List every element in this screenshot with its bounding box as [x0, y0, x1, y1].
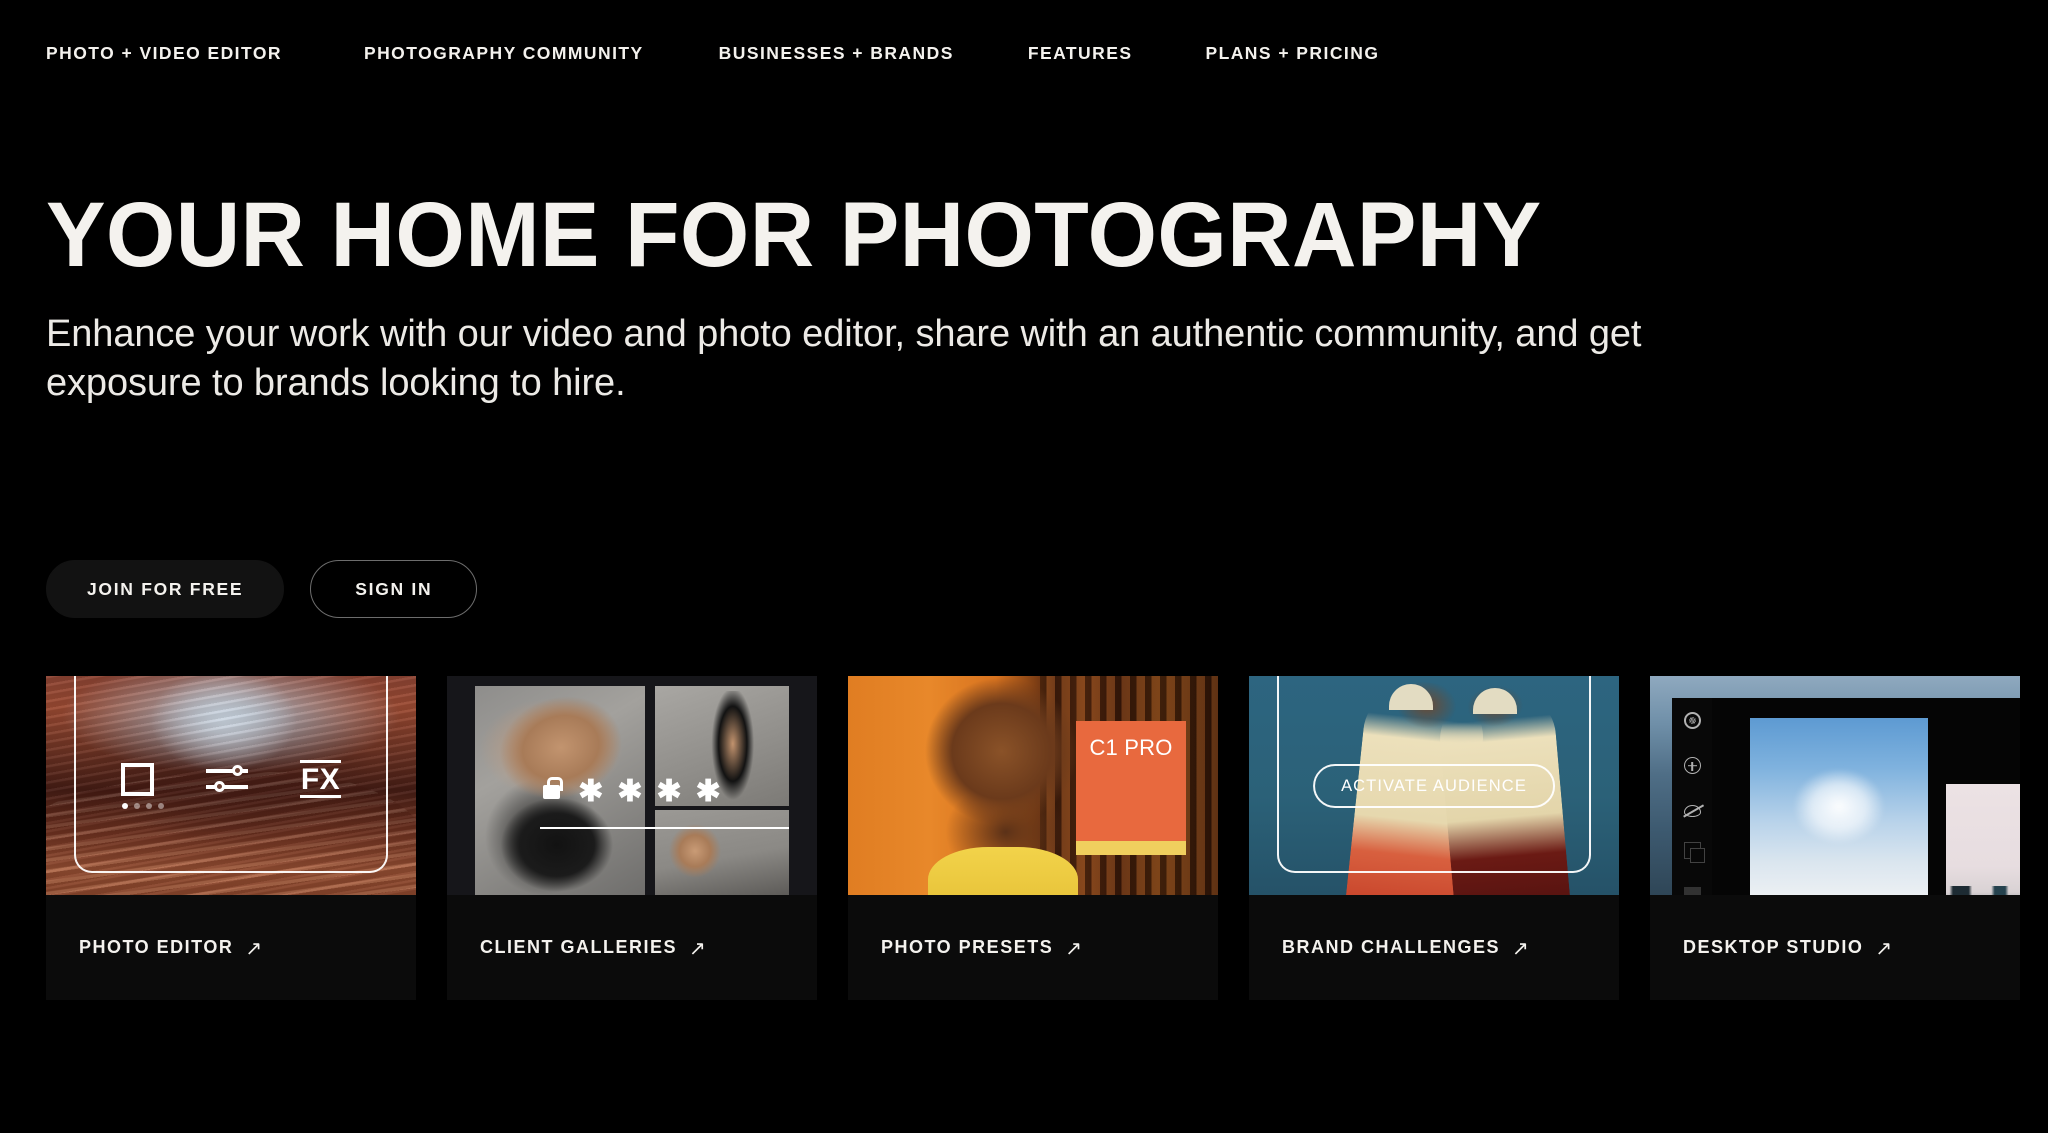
cta-button-group: JOIN FOR FREE SIGN IN — [46, 560, 478, 618]
feature-card-desktop-studio[interactable]: DESKTOP STUDIO ↗ — [1650, 676, 2020, 1000]
arrow-up-right-icon: ↗ — [1512, 938, 1529, 960]
eye-off-icon[interactable] — [1683, 805, 1701, 817]
activate-audience-button[interactable]: ACTIVATE AUDIENCE — [1313, 764, 1555, 808]
password-underline — [540, 827, 789, 830]
hero-section: YOUR HOME FOR PHOTOGRAPHY Enhance your w… — [46, 184, 1746, 407]
hero-subtitle: Enhance your work with our video and pho… — [46, 313, 1642, 404]
feature-card-brand-challenges[interactable]: ACTIVATE AUDIENCE BRAND CHALLENGES ↗ — [1249, 676, 1619, 1000]
card-media-desktop-studio — [1650, 676, 2020, 895]
card-footer-photo-editor[interactable]: PHOTO EDITOR ↗ — [46, 895, 416, 1000]
lock-icon — [543, 777, 563, 799]
password-mask: ✱ ✱ ✱ ✱ — [578, 775, 721, 808]
primary-navigation: PHOTO + VIDEO EDITOR PHOTOGRAPHY COMMUNI… — [0, 0, 2048, 108]
join-for-free-button[interactable]: JOIN FOR FREE — [46, 560, 285, 618]
card-media-client-galleries: ✱ ✱ ✱ ✱ — [447, 676, 817, 895]
copy-icon[interactable] — [1683, 887, 1701, 895]
desktop-studio-mockup — [1650, 676, 2020, 895]
nav-item-photo-video-editor[interactable]: PHOTO + VIDEO EDITOR — [46, 45, 282, 63]
fx-icon[interactable]: FX — [299, 760, 342, 799]
nav-item-photography-community[interactable]: PHOTOGRAPHY COMMUNITY — [364, 45, 644, 63]
password-overlay: ✱ ✱ ✱ ✱ — [447, 775, 817, 808]
feature-card-client-galleries[interactable]: ✱ ✱ ✱ ✱ CLIENT GALLERIES ↗ — [447, 676, 817, 1000]
preset-accent-strip — [1076, 841, 1186, 855]
feature-card-photo-presets[interactable]: C1 PRO PHOTO PRESETS ↗ — [848, 676, 1218, 1000]
arrow-up-right-icon: ↗ — [1875, 938, 1893, 960]
nav-item-features[interactable]: FEATURES — [1028, 45, 1133, 63]
card-media-photo-editor: FX — [46, 676, 416, 895]
card-label-desktop-studio: DESKTOP STUDIO — [1683, 937, 1864, 957]
editor-toolbar-overlay: FX — [46, 760, 416, 809]
preset-name: C1 PRO — [1089, 735, 1173, 760]
nav-item-plans-pricing[interactable]: PLANS + PRICING — [1205, 45, 1379, 63]
card-footer-client-galleries[interactable]: CLIENT GALLERIES ↗ — [447, 895, 817, 1000]
feature-card-strip: FX PHOTO EDITOR ↗ ✱ ✱ ✱ ✱ CLIENT GALLERI… — [46, 676, 2048, 1000]
card-label-photo-presets: PHOTO PRESETS — [881, 937, 1054, 957]
nav-item-businesses-brands[interactable]: BUSINESSES + BRANDS — [719, 45, 954, 63]
card-media-photo-presets: C1 PRO — [848, 676, 1218, 895]
plus-circle-icon[interactable] — [1683, 757, 1701, 774]
cityscape-photo-thumbnail — [1946, 784, 2020, 895]
arrow-up-right-icon: ↗ — [689, 938, 706, 960]
sky-photo-canvas — [1750, 718, 1928, 895]
card-label-brand-challenges: BRAND CHALLENGES — [1282, 937, 1501, 957]
card-footer-desktop-studio[interactable]: DESKTOP STUDIO ↗ — [1650, 895, 2020, 1000]
card-label-photo-editor: PHOTO EDITOR — [79, 937, 234, 957]
feature-card-photo-editor[interactable]: FX PHOTO EDITOR ↗ — [46, 676, 416, 1000]
card-media-brand-challenges: ACTIVATE AUDIENCE — [1249, 676, 1619, 895]
sliders-icon[interactable] — [205, 764, 248, 794]
arrow-up-right-icon: ↗ — [245, 938, 263, 960]
card-label-client-galleries: CLIENT GALLERIES — [480, 937, 678, 957]
card-footer-brand-challenges[interactable]: BRAND CHALLENGES ↗ — [1249, 895, 1619, 1000]
sign-in-button[interactable]: SIGN IN — [310, 560, 478, 618]
editor-window — [1672, 698, 2020, 895]
preset-swatch[interactable]: C1 PRO — [1076, 721, 1186, 841]
crop-icon[interactable] — [120, 762, 164, 809]
editor-toolbar-sidebar — [1672, 698, 1712, 895]
arrow-up-right-icon: ↗ — [1065, 938, 1082, 960]
card-footer-photo-presets[interactable]: PHOTO PRESETS ↗ — [848, 895, 1218, 1000]
aperture-icon[interactable] — [1683, 712, 1701, 729]
crop-ratio-dots — [121, 802, 164, 809]
layers-icon[interactable] — [1683, 842, 1705, 863]
page-title: YOUR HOME FOR PHOTOGRAPHY — [46, 184, 1542, 286]
